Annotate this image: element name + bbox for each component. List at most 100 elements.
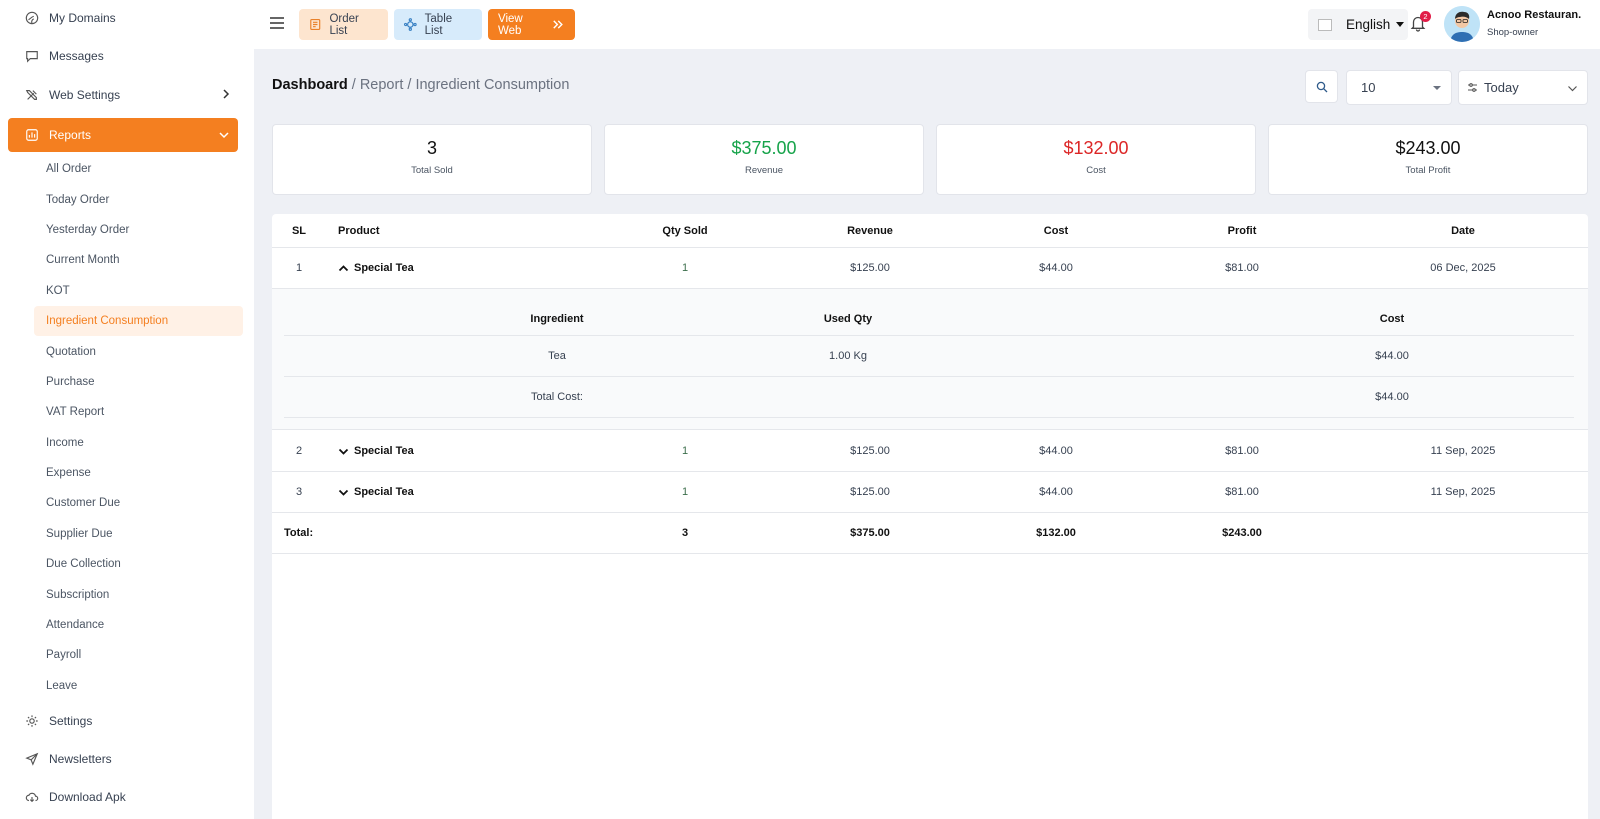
stat-card-cost: $132.00 Cost — [936, 124, 1256, 195]
caret-down-icon — [1433, 86, 1441, 90]
stat-label: Revenue — [744, 165, 784, 176]
breadcrumb-home[interactable]: Dashboard — [272, 77, 348, 93]
col-header-qty: Qty Sold — [662, 224, 708, 237]
sidebar-item-label: My Domains — [49, 11, 116, 25]
sidebar-item-web-settings[interactable]: Web Settings — [0, 76, 254, 114]
filter-sliders-icon — [1468, 83, 1477, 92]
user-role: Shop-owner — [1487, 27, 1539, 38]
row-cost: $44.00 — [1039, 262, 1073, 274]
table-list-button[interactable]: Table List — [394, 9, 482, 40]
sidebar-item-download-apk[interactable]: Download Apk — [0, 778, 254, 816]
sidebar-item-my-domains[interactable]: My Domains — [0, 0, 254, 37]
cloud-download-icon — [24, 789, 40, 805]
col-header-profit: Profit — [1227, 224, 1257, 237]
row-date: 11 Sep, 2025 — [1430, 486, 1496, 498]
double-chevron-right-icon — [553, 20, 564, 29]
view-web-button[interactable]: View Web — [488, 9, 575, 40]
sidebar-item-settings[interactable]: Settings — [0, 702, 254, 740]
ingredient-detail-panel: Ingredient Used Qty Cost Tea 1.00 Kg $44… — [272, 289, 1588, 430]
sidebar-sub-item[interactable]: Due Collection — [34, 549, 243, 579]
product-name: Special Tea — [354, 262, 414, 274]
sidebar-sub-item[interactable]: Leave — [34, 671, 243, 701]
chevron-down-icon — [219, 132, 229, 139]
row-date: 11 Sep, 2025 — [1430, 445, 1496, 457]
footer-total-label: Total: — [284, 527, 314, 539]
notification-badge: 2 — [1420, 11, 1431, 22]
sidebar-item-newsletters[interactable]: Newsletters — [0, 740, 254, 778]
search-button[interactable] — [1305, 70, 1338, 103]
ingredient-name: Tea — [548, 350, 566, 362]
sidebar-item-label: Reports — [49, 128, 92, 142]
sidebar-sub-item[interactable]: KOT — [34, 276, 243, 306]
report-icon — [24, 127, 40, 143]
sidebar: My Domains Messages Web Settings Reports… — [0, 0, 254, 819]
tools-icon — [24, 87, 40, 103]
per-page-select[interactable]: 10 — [1346, 70, 1452, 105]
sidebar-sub-item[interactable]: Payroll — [34, 640, 243, 670]
avatar[interactable] — [1444, 6, 1480, 42]
sidebar-sub-item[interactable]: VAT Report — [34, 397, 243, 427]
order-list-icon — [310, 19, 321, 30]
row-qty: 1 — [681, 262, 689, 274]
sidebar-sub-item[interactable]: All Order — [34, 154, 243, 184]
table-icon — [404, 18, 417, 31]
table-row[interactable]: 3 Special Tea 1 $125.00 $44.00 $81.00 11… — [272, 472, 1588, 513]
stat-value: 3 — [426, 138, 437, 158]
sidebar-sub-item[interactable]: Expense — [34, 458, 243, 488]
sidebar-sub-item[interactable]: Subscription — [34, 579, 243, 609]
topbar: Order List Table List View Web English 2… — [254, 0, 1600, 49]
language-selector[interactable]: English — [1308, 9, 1408, 40]
sidebar-item-reports[interactable]: Reports — [8, 118, 238, 152]
sidebar-sub-item[interactable]: Today Order — [34, 184, 243, 214]
cost-col-header: Cost — [1379, 313, 1405, 325]
footer-profit: $243.00 — [1222, 527, 1262, 539]
row-profit: $81.00 — [1225, 445, 1259, 457]
row-profit: $81.00 — [1225, 486, 1259, 498]
col-header-product: Product — [338, 224, 380, 237]
language-label: English — [1346, 17, 1391, 32]
sidebar-sub-item[interactable]: Customer Due — [34, 488, 243, 518]
chevron-up-icon[interactable] — [338, 263, 349, 274]
period-select[interactable]: Today — [1458, 70, 1588, 105]
row-qty: 1 — [681, 486, 689, 498]
stat-card-revenue: $375.00 Revenue — [604, 124, 924, 195]
order-list-button[interactable]: Order List — [299, 9, 388, 40]
ingredient-header-row: Ingredient Used Qty Cost — [284, 289, 1574, 336]
chevron-down-icon[interactable] — [338, 487, 349, 498]
per-page-value: 10 — [1361, 80, 1376, 95]
footer-cost: $132.00 — [1036, 527, 1076, 539]
consumption-table: SL Product Qty Sold Revenue Cost Profit … — [272, 214, 1588, 819]
breadcrumb: Dashboard / Report / Ingredient Consumpt… — [272, 77, 569, 93]
period-value: Today — [1484, 80, 1519, 95]
col-header-date: Date — [1451, 224, 1475, 237]
table-list-label: Table List — [424, 12, 453, 37]
row-sl: 1 — [295, 262, 303, 274]
sidebar-item-messages[interactable]: Messages — [0, 37, 254, 75]
sidebar-sub-item[interactable]: Attendance — [34, 610, 243, 640]
stat-card-total-sold: 3 Total Sold — [272, 124, 592, 195]
total-cost-value: $44.00 — [1375, 391, 1409, 403]
sidebar-sub-item[interactable]: Purchase — [34, 367, 243, 397]
sidebar-sub-item-active[interactable]: Ingredient Consumption — [34, 305, 243, 337]
reports-submenu: All Order Today Order Yesterday Order Cu… — [0, 154, 243, 701]
flag-icon — [1318, 18, 1332, 31]
user-avatar-icon — [1444, 6, 1480, 42]
product-name: Special Tea — [354, 445, 414, 457]
chevron-right-icon — [223, 89, 230, 99]
chevron-down-icon[interactable] — [338, 446, 349, 457]
sidebar-sub-item[interactable]: Supplier Due — [34, 519, 243, 549]
sidebar-sub-item[interactable]: Quotation — [34, 336, 243, 366]
row-sl: 3 — [295, 486, 303, 498]
sidebar-item-label: Web Settings — [49, 88, 121, 102]
ingredient-used-qty: 1.00 Kg — [829, 350, 867, 362]
sidebar-sub-item[interactable]: Income — [34, 428, 243, 458]
col-header-sl: SL — [291, 224, 307, 237]
globe-icon — [24, 10, 40, 26]
sidebar-sub-item[interactable]: Yesterday Order — [34, 215, 243, 245]
sidebar-sub-item[interactable]: Current Month — [34, 245, 243, 275]
table-row[interactable]: 2 Special Tea 1 $125.00 $44.00 $81.00 11… — [272, 431, 1588, 472]
hamburger-menu-icon[interactable] — [268, 14, 286, 32]
footer-revenue: $375.00 — [850, 527, 890, 539]
table-row[interactable]: 1 Special Tea 1 $125.00 $44.00 $81.00 06… — [272, 248, 1588, 289]
sidebar-item-label: Messages — [49, 49, 104, 63]
